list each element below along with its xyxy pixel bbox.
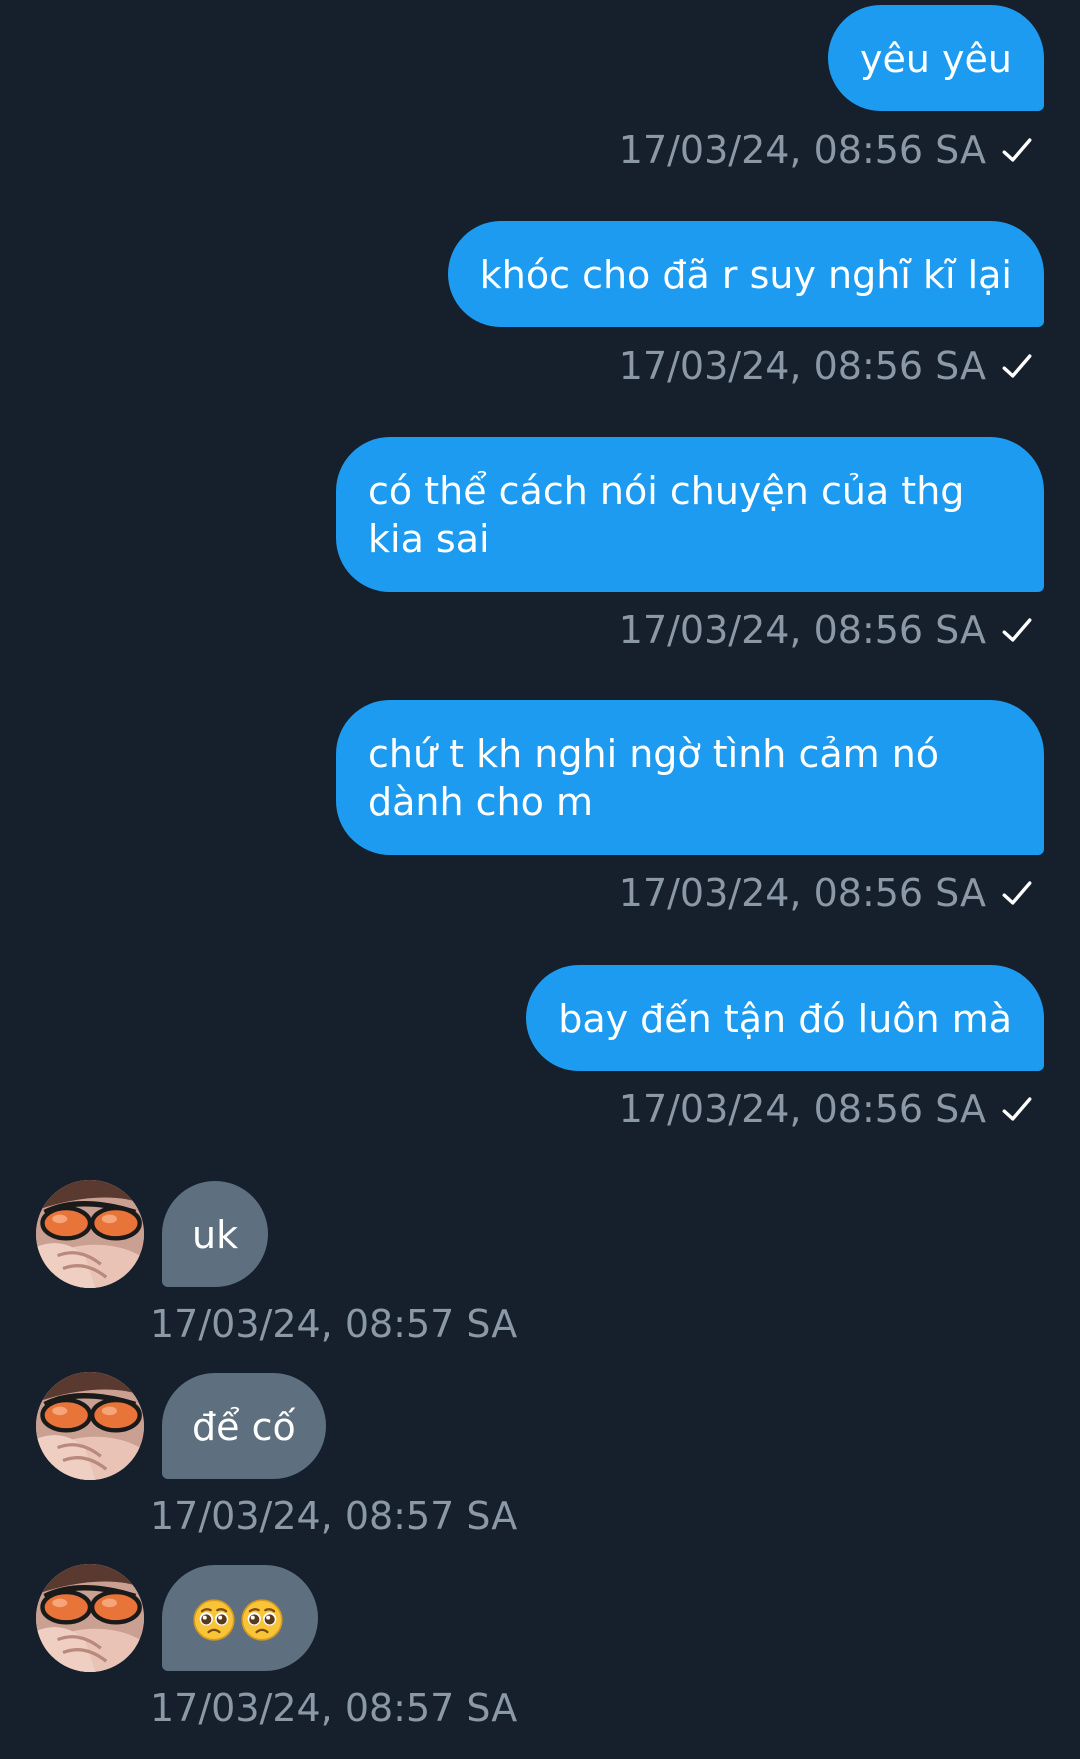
message-timestamp: 17/03/24, 08:57 SA [150, 1494, 518, 1538]
pleading-face-emoji [192, 1598, 236, 1642]
message-timestamp: 17/03/24, 08:56 SA [618, 344, 986, 388]
sender-avatar[interactable] [36, 1180, 144, 1288]
message-text: chứ t kh nghi ngờ tình cảm nó dành cho m [368, 732, 940, 824]
message-meta: 17/03/24, 08:56 SA [619, 606, 1034, 654]
message-text: có thể cách nói chuyện của thg kia sai [368, 469, 965, 561]
sent-check-icon [1000, 133, 1034, 167]
outgoing-message-bubble[interactable]: chứ t kh nghi ngờ tình cảm nó dành cho m [336, 700, 1044, 855]
outgoing-message-bubble[interactable]: có thể cách nói chuyện của thg kia sai [336, 437, 1044, 592]
sent-check-icon [1000, 1092, 1034, 1126]
message-timestamp: 17/03/24, 08:56 SA [618, 608, 986, 652]
message-meta: 17/03/24, 08:56 SA [619, 1085, 1034, 1133]
incoming-message-bubble[interactable]: uk [162, 1181, 269, 1287]
incoming-message-bubble[interactable]: để cố [162, 1373, 326, 1479]
message-timestamp: 17/03/24, 08:56 SA [618, 871, 986, 915]
message-text: bay đến tận đó luôn mà [558, 997, 1012, 1041]
message-meta: 17/03/24, 08:56 SA [619, 869, 1034, 917]
incoming-message-bubble[interactable] [162, 1565, 318, 1671]
sent-check-icon [1000, 349, 1034, 383]
message-text: yêu yêu [860, 37, 1012, 81]
message-meta: 17/03/24, 08:56 SA [619, 126, 1034, 174]
sender-avatar[interactable] [36, 1372, 144, 1480]
sent-check-icon [1000, 876, 1034, 910]
message-text: khóc cho đã r suy nghĩ kĩ lại [479, 253, 1012, 297]
outgoing-message-bubble[interactable]: yêu yêu [828, 5, 1044, 111]
message-timestamp: 17/03/24, 08:57 SA [150, 1686, 518, 1730]
sent-check-icon [1000, 613, 1034, 647]
outgoing-message-bubble[interactable]: khóc cho đã r suy nghĩ kĩ lại [447, 221, 1044, 327]
sender-avatar[interactable] [36, 1564, 144, 1672]
outgoing-message-bubble[interactable]: bay đến tận đó luôn mà [526, 965, 1044, 1071]
pleading-face-emoji [240, 1598, 284, 1642]
message-timestamp: 17/03/24, 08:56 SA [618, 1087, 986, 1131]
message-timestamp: 17/03/24, 08:57 SA [150, 1302, 518, 1346]
message-meta: 17/03/24, 08:56 SA [619, 342, 1034, 390]
conversation-thread[interactable]: yêu yêu 17/03/24, 08:56 SA khóc cho đã r… [0, 0, 1080, 1759]
message-timestamp: 17/03/24, 08:56 SA [618, 128, 986, 172]
message-text: uk [192, 1213, 239, 1257]
message-text: để cố [192, 1405, 296, 1449]
